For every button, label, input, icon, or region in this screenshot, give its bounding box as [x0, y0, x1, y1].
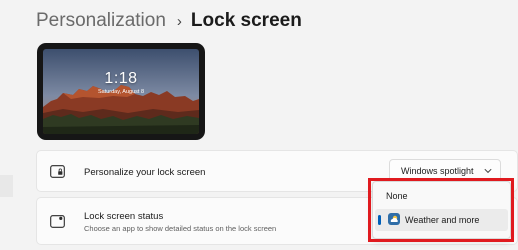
lock-screen-status-title: Lock screen status — [84, 211, 164, 222]
chevron-down-icon — [484, 168, 492, 174]
menu-option-label: Weather and more — [405, 215, 480, 225]
sidebar-edge — [0, 175, 13, 197]
menu-option-weather[interactable]: Weather and more — [375, 209, 508, 231]
menu-option-label: None — [386, 191, 408, 201]
page-title: Lock screen — [190, 10, 302, 31]
lock-screen-status-description: Choose an app to show detailed status on… — [84, 224, 277, 233]
lock-screen-icon — [50, 165, 65, 178]
breadcrumb-separator: › — [176, 12, 182, 30]
background-type-dropdown[interactable]: Windows spotlight — [389, 159, 501, 182]
status-icon — [50, 215, 65, 228]
selection-indicator — [378, 215, 381, 225]
menu-option-none[interactable]: None — [375, 185, 508, 207]
lock-screen-preview: 1:18 Saturday, August 8 — [43, 49, 199, 134]
preview-clock: 1:18 — [104, 70, 138, 87]
breadcrumb: Personalization › Lock screen — [36, 8, 302, 34]
lock-screen-preview-device: 1:18 Saturday, August 8 — [37, 43, 205, 140]
status-app-menu: None Weather and more — [372, 181, 511, 239]
breadcrumb-personalization[interactable]: Personalization — [36, 10, 166, 32]
weather-icon — [388, 213, 400, 225]
dropdown-selected-value: Windows spotlight — [401, 166, 474, 176]
preview-date: Saturday, August 8 — [97, 89, 145, 95]
personalize-lock-screen-title: Personalize your lock screen — [84, 167, 206, 178]
